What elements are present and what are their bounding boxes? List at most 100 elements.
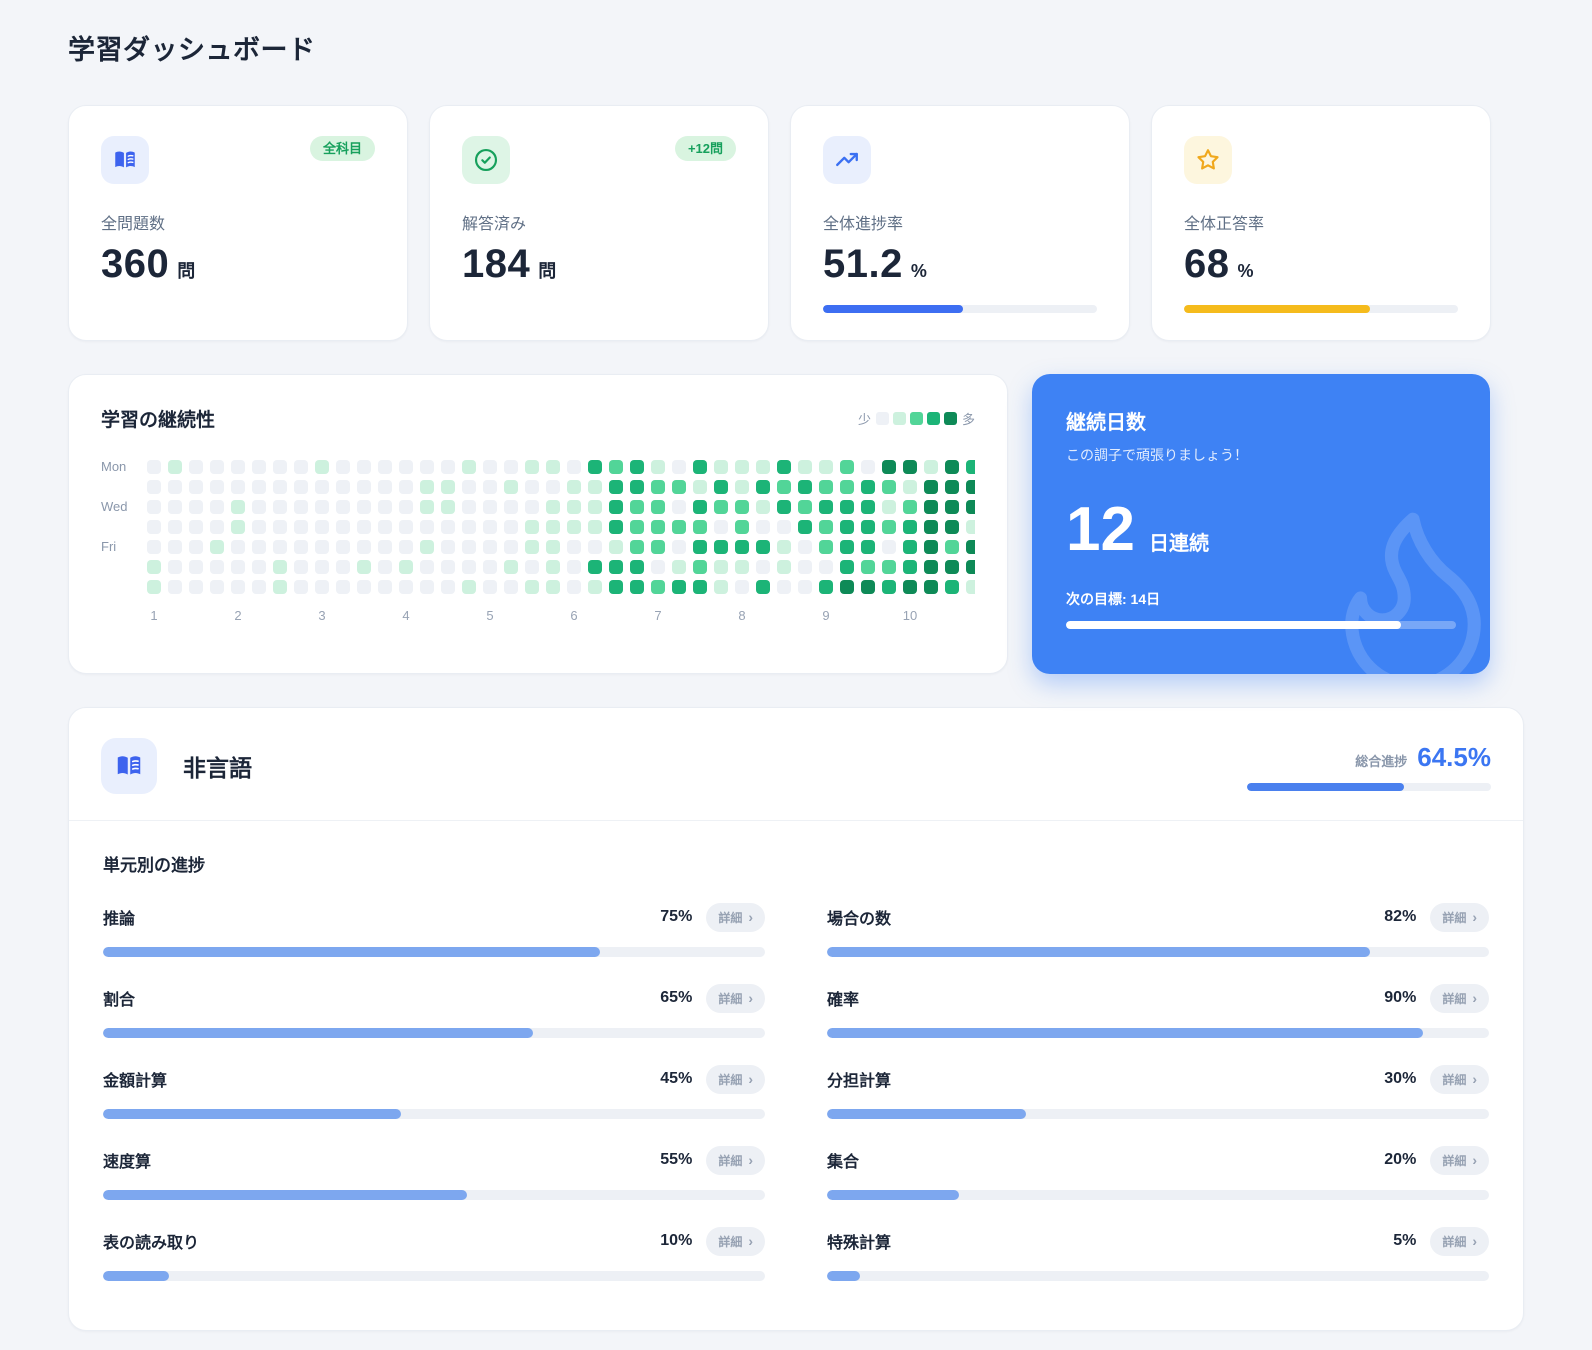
heatmap-cell xyxy=(168,480,182,494)
heatmap-cell xyxy=(588,500,602,514)
heatmap-cell xyxy=(882,560,896,574)
heatmap-cell xyxy=(210,560,224,574)
heatmap-cell xyxy=(462,460,476,474)
heatmap-cell xyxy=(798,520,812,534)
detail-label: 詳細 xyxy=(1442,991,1467,1006)
progress-bar-fill xyxy=(1184,305,1371,313)
stat-value: 68 xyxy=(1184,242,1230,286)
unit-detail-button[interactable]: 詳細 › xyxy=(706,1145,765,1175)
heatmap-cell xyxy=(840,580,854,594)
heatmap-cell xyxy=(693,460,707,474)
heatmap-day-label: Wed xyxy=(101,499,128,514)
chevron-right-icon: › xyxy=(1472,1152,1477,1168)
heatmap-cell xyxy=(441,540,455,554)
heatmap-cell xyxy=(735,540,749,554)
unit-percent: 45% xyxy=(660,1070,693,1087)
heatmap-cell xyxy=(378,560,392,574)
heatmap-axis-label: 4 xyxy=(402,608,410,623)
heatmap-cell xyxy=(840,520,854,534)
unit-progress-fill xyxy=(827,1190,960,1200)
heatmap-cell xyxy=(525,460,539,474)
heatmap-cell xyxy=(630,480,644,494)
heatmap-cell xyxy=(882,460,896,474)
stat-card-overall-accuracy: 全体正答率 68 % xyxy=(1151,105,1491,341)
heatmap-cell xyxy=(651,500,665,514)
heatmap-cell xyxy=(693,480,707,494)
chevron-right-icon: › xyxy=(748,909,753,925)
unit-detail-button[interactable]: 詳細 › xyxy=(1430,983,1489,1013)
heatmap-cell xyxy=(336,560,350,574)
heatmap-cell xyxy=(861,520,875,534)
unit-detail-button[interactable]: 詳細 › xyxy=(1430,1226,1489,1256)
heatmap-cell xyxy=(672,560,686,574)
unit-detail-button[interactable]: 詳細 › xyxy=(706,1064,765,1094)
heatmap-cell xyxy=(840,460,854,474)
heatmap-cell xyxy=(672,520,686,534)
heatmap-cell xyxy=(777,460,791,474)
heatmap-cell xyxy=(903,480,917,494)
unit-name: 集合 xyxy=(827,1154,860,1171)
heatmap-cell xyxy=(903,540,917,554)
heatmap-cell xyxy=(294,560,308,574)
heatmap-cell xyxy=(420,480,434,494)
unit-progress-track xyxy=(827,1109,1489,1119)
heatmap-cell xyxy=(168,540,182,554)
heatmap-cell xyxy=(651,520,665,534)
unit-detail-button[interactable]: 詳細 › xyxy=(706,902,765,932)
unit-detail-button[interactable]: 詳細 › xyxy=(706,1226,765,1256)
units-column-left: 推論 75% 詳細 › 割合 65% 詳細 › 金額計算 45% 詳細 › 速度… xyxy=(103,902,765,1281)
heatmap-cell xyxy=(798,460,812,474)
heatmap-cell xyxy=(546,500,560,514)
heatmap-cell xyxy=(966,500,975,514)
unit-detail-button[interactable]: 詳細 › xyxy=(1430,1064,1489,1094)
heatmap-cell xyxy=(924,560,938,574)
heatmap-cell xyxy=(441,520,455,534)
chevron-right-icon: › xyxy=(748,1233,753,1249)
unit-detail-button[interactable]: 詳細 › xyxy=(1430,902,1489,932)
heatmap-cell xyxy=(315,500,329,514)
heatmap-cell xyxy=(420,580,434,594)
heatmap-cell xyxy=(378,460,392,474)
unit-name: 表の読み取り xyxy=(103,1235,200,1252)
heatmap-axis-labels: 1 2 3 4 5 6 7 8 9 10 xyxy=(147,608,975,628)
unit-percent: 55% xyxy=(660,1151,693,1168)
heatmap-cell xyxy=(315,520,329,534)
heatmap-cell xyxy=(147,480,161,494)
heatmap-cell xyxy=(819,580,833,594)
heatmap-cell xyxy=(357,560,371,574)
heatmap-cell xyxy=(546,520,560,534)
heatmap-cell xyxy=(252,520,266,534)
unit-detail-button[interactable]: 詳細 › xyxy=(706,983,765,1013)
heatmap-cell xyxy=(777,500,791,514)
unit-percent: 75% xyxy=(660,908,693,925)
heatmap-cell xyxy=(945,480,959,494)
heatmap-cell xyxy=(189,560,203,574)
heatmap-cell xyxy=(462,580,476,594)
heatmap-cell xyxy=(357,460,371,474)
heatmap-cell xyxy=(693,500,707,514)
heatmap-cell xyxy=(504,520,518,534)
heatmap-cell xyxy=(714,500,728,514)
heatmap-cell xyxy=(924,480,938,494)
unit-row: 集合 20% 詳細 › xyxy=(827,1145,1489,1200)
legend-swatch xyxy=(943,412,957,425)
heatmap-cell xyxy=(378,480,392,494)
heatmap-cell xyxy=(399,520,413,534)
streak-title: 継続日数 xyxy=(1066,412,1146,434)
stat-label: 全問題数 xyxy=(101,216,166,233)
heatmap-cell xyxy=(945,460,959,474)
heatmap-cell xyxy=(651,460,665,474)
heatmap-cell xyxy=(357,520,371,534)
heatmap-cell xyxy=(168,460,182,474)
unit-row: 表の読み取り 10% 詳細 › xyxy=(103,1226,765,1281)
unit-name: 金額計算 xyxy=(103,1073,168,1090)
unit-detail-button[interactable]: 詳細 › xyxy=(1430,1145,1489,1175)
heatmap-cell xyxy=(399,500,413,514)
heatmap-cell xyxy=(735,500,749,514)
heatmap-cell xyxy=(924,520,938,534)
heatmap-cell xyxy=(525,480,539,494)
heatmap-cell xyxy=(294,580,308,594)
heatmap-cell xyxy=(819,460,833,474)
book-icon xyxy=(101,136,149,184)
heatmap-cell xyxy=(714,480,728,494)
